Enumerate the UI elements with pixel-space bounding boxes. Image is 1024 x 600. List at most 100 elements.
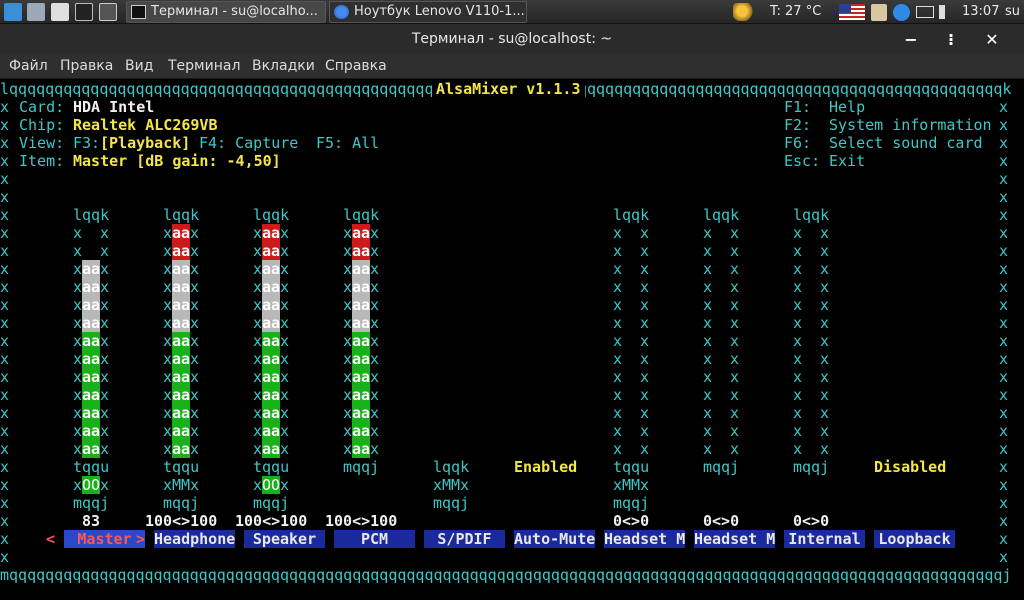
clipboard-icon[interactable] [871,4,887,21]
channel-box-side: x [253,296,263,314]
channel-label[interactable]: Master [64,530,145,548]
minimize-button[interactable]: − [898,29,924,51]
enum-value[interactable]: Disabled [874,458,946,476]
menu-terminal[interactable]: Терминал [168,54,240,79]
channel-box-side: x [820,404,830,422]
show-desktop-icon[interactable] [99,3,117,21]
clock[interactable]: 13:07 [962,0,999,24]
channel-box-side: x [613,422,623,440]
channel-label[interactable]: PCM [334,530,415,548]
channel-label[interactable]: Speaker [244,530,325,548]
mute-box-bottom: mqqj [613,494,650,512]
menu-view[interactable]: Вид [125,54,153,79]
enum-value[interactable]: Enabled [514,458,577,476]
channel-label[interactable]: Auto-Mute [514,530,595,548]
top-panel: Терминал - su@localho... Ноутбук Lenovo … [0,0,1024,24]
volume-bar-cell: a [172,440,182,458]
close-button[interactable]: ✕ [979,29,1005,51]
view-playback[interactable]: [Playback] [100,134,190,152]
channel-box-side: x [370,368,380,386]
volume-bar-cell: a [91,422,101,440]
volume-bar-cell: a [262,296,272,314]
channel-box-side: x [280,422,290,440]
frame-left-border: x [0,422,10,440]
channel-box-side: x [343,278,353,296]
channel-label[interactable]: Headphone [154,530,235,548]
volume-bar-cell: a [361,422,371,440]
file-manager-icon[interactable] [27,3,45,21]
task-terminal[interactable]: Терминал - su@localho... [126,1,326,23]
volume-bar-cell: a [361,224,371,242]
channel-box-side: x [343,296,353,314]
volume-bar-cell: a [91,404,101,422]
volume-bar-cell: a [262,314,272,332]
volume-icon[interactable] [939,5,953,19]
task-browser[interactable]: Ноутбук Lenovo V110-1... [329,1,527,23]
network-icon[interactable] [893,4,910,21]
channel-box-bottom: tqqu [613,458,650,476]
frame-left-border: x [0,530,10,548]
weather-icon[interactable] [733,3,753,21]
channel-label[interactable]: S/PDIF [424,530,505,548]
channel-box-side: x [280,440,290,458]
channel-box-side: x [280,242,290,260]
channel-box-side: x [370,440,380,458]
maximize-button[interactable]: ⁝ [938,29,964,51]
view-all[interactable]: F5: All [316,134,379,152]
frame-left-border: x [0,170,10,188]
channel-box-side: x [703,422,713,440]
volume-bar-cell: a [262,386,272,404]
channel-box-side: x [640,278,650,296]
volume-bar-cell: a [91,368,101,386]
volume-bar-cell: a [172,386,182,404]
frame-right-border: x [999,386,1009,404]
channel-label[interactable]: Loopback [874,530,955,548]
channel-box-side: x [820,224,830,242]
battery-icon[interactable] [916,6,934,18]
channel-box-side: x [703,350,713,368]
mute-box-side: x [163,476,173,494]
channel-box-bottom: mqqj [793,458,830,476]
mute-indicator[interactable]: MM [442,476,460,494]
channel-box-side: x [613,278,623,296]
channel-box-side: x [820,350,830,368]
menu-help[interactable]: Справка [325,54,387,79]
channel-label[interactable]: Headset M [604,530,685,548]
terminal-area[interactable]: lqqqqqqqqqqqqqqqqqqqqqqqqqqqqqqqqqqqqqqq… [0,80,1024,600]
frame-left-border: x [0,350,10,368]
channel-box-side: x [163,314,173,332]
mute-indicator[interactable]: OO [262,476,281,494]
channel-box-side: x [280,404,290,422]
mute-indicator[interactable]: OO [82,476,101,494]
mute-indicator[interactable]: MM [622,476,640,494]
mute-indicator[interactable]: MM [172,476,190,494]
volume-bar-cell: a [181,242,191,260]
volume-bar-cell: a [352,404,362,422]
keyboard-layout-flag-icon[interactable] [839,4,865,20]
menu-file[interactable]: Файл [9,54,48,79]
help-esc-key: Esc: [784,152,821,170]
view-capture[interactable]: F4: Capture [199,134,298,152]
channel-label[interactable]: Headset M [694,530,775,548]
channel-box-side: x [703,224,713,242]
volume-bar-cell: a [352,386,362,404]
channel-box-side: x [163,224,173,242]
volume-bar-cell: a [271,422,281,440]
view-label: View: [19,134,65,152]
text-editor-icon[interactable] [51,3,69,21]
chip-label: Chip: [19,116,65,134]
channel-box-side: x [793,314,803,332]
channel-box-side: x [73,224,83,242]
volume-value: 0<>0 [613,512,650,530]
channel-box-side: x [793,242,803,260]
terminal-launcher-icon[interactable] [75,3,93,21]
volume-bar-cell: a [262,368,272,386]
app-menu-icon[interactable] [4,3,22,21]
channel-label[interactable]: Internal [784,530,865,548]
menu-tabs[interactable]: Вкладки [252,54,315,79]
window-titlebar[interactable]: Терминал - su@localhost: ~ − ⁝ ✕ [0,24,1024,54]
channel-box-side: x [73,422,83,440]
channel-box-side: x [370,278,380,296]
menu-edit[interactable]: Правка [60,54,113,79]
user-name[interactable]: su [1005,0,1020,24]
